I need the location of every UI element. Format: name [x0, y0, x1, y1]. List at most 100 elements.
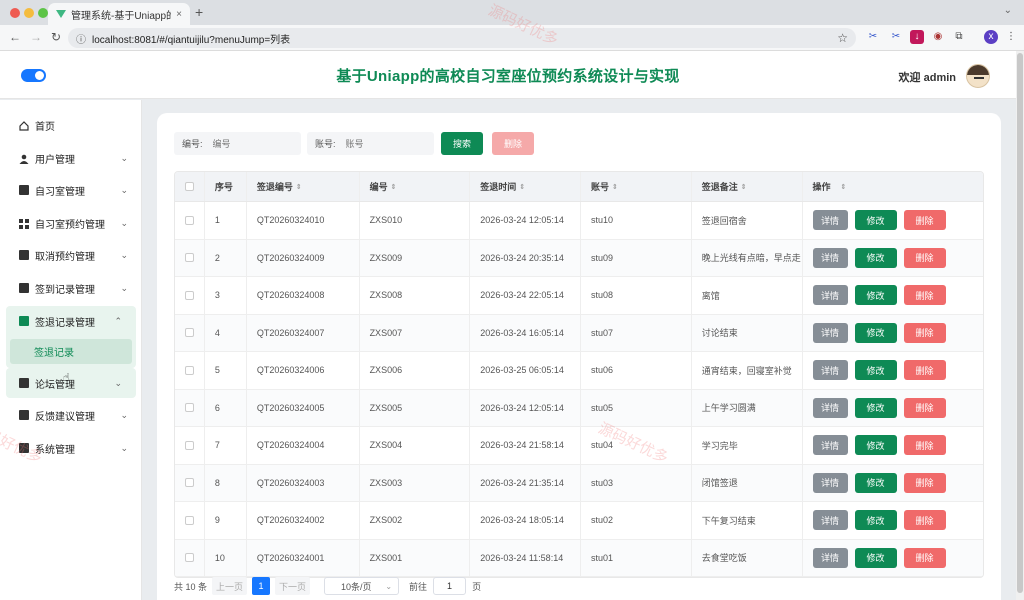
detail-button[interactable]: 详情	[812, 510, 848, 531]
table-row: 3 QT20260324008 ZXS008 2026-03-24 22:05:14 s…	[175, 277, 983, 315]
header-remark[interactable]: 签退备注 ⇕	[692, 172, 803, 201]
browser-menu-icon[interactable]: ⋮	[1004, 30, 1018, 44]
detail-button[interactable]: 详情	[812, 547, 848, 568]
delete-button[interactable]: 删除	[903, 322, 946, 343]
row-checkbox[interactable]	[184, 478, 194, 488]
edit-button[interactable]: 修改	[854, 247, 897, 268]
detail-button[interactable]: 详情	[812, 360, 848, 381]
detail-button[interactable]: 详情	[812, 247, 848, 268]
sort-icon[interactable]: ⇕	[741, 183, 747, 191]
profile-avatar[interactable]: x	[984, 30, 998, 44]
cell-account: stu04	[581, 427, 692, 464]
delete-button[interactable]: 删除	[903, 397, 946, 418]
scrollbar-thumb[interactable]	[1017, 53, 1023, 593]
avatar[interactable]	[966, 64, 990, 88]
sort-icon[interactable]: ⇕	[612, 183, 618, 191]
select-all-checkbox[interactable]	[184, 182, 194, 191]
detail-button[interactable]: 详情	[812, 472, 848, 493]
sidebar-item-rooms[interactable]: 自习室管理 ⌄	[0, 175, 142, 205]
delete-button[interactable]: 删除	[903, 210, 946, 231]
search-button[interactable]: 搜索	[441, 132, 483, 155]
edit-button[interactable]: 修改	[854, 547, 897, 568]
bookmark-star-icon[interactable]: ☆	[837, 31, 848, 45]
sidebar-item-checkouts[interactable]: 签退记录管理 ⌃	[6, 306, 136, 336]
window-minimize-button[interactable]	[24, 8, 34, 18]
sidebar-item-home[interactable]: 首页	[0, 110, 142, 140]
edit-button[interactable]: 修改	[854, 322, 897, 343]
sidebar-item-checkins[interactable]: 签到记录管理 ⌄	[0, 273, 142, 303]
edit-button[interactable]: 修改	[854, 210, 897, 231]
delete-button[interactable]: 删除	[903, 285, 946, 306]
extensions-puzzle-icon[interactable]: ⧉	[952, 30, 966, 44]
sidebar-subitem-checkout-records[interactable]: 签退记录	[10, 339, 132, 364]
extension-cut-icon[interactable]: ✂	[889, 30, 903, 44]
edit-button[interactable]: 修改	[854, 472, 897, 493]
tab-list-chevron-icon[interactable]: ⌄	[1004, 5, 1012, 16]
sort-icon[interactable]: ⇕	[296, 183, 302, 191]
extension-scissors-icon[interactable]: ✂	[866, 30, 880, 44]
detail-button[interactable]: 详情	[812, 285, 848, 306]
browser-tab[interactable]: 管理系统-基于Uniapp的高校自 ×	[48, 3, 190, 25]
edit-button[interactable]: 修改	[854, 435, 897, 456]
delete-button[interactable]: 删除	[903, 360, 946, 381]
site-info-icon[interactable]: ⓘ	[76, 31, 86, 46]
sort-icon[interactable]: ⇕	[391, 183, 397, 191]
detail-button[interactable]: 详情	[812, 435, 848, 456]
back-button[interactable]: ←	[9, 30, 21, 44]
header-code[interactable]: 编号 ⇕	[360, 172, 471, 201]
account-filter-input[interactable]	[345, 138, 416, 149]
edit-button[interactable]: 修改	[854, 285, 897, 306]
detail-button[interactable]: 详情	[812, 322, 848, 343]
row-checkbox[interactable]	[184, 328, 194, 338]
window-maximize-button[interactable]	[38, 8, 48, 18]
detail-button[interactable]: 详情	[812, 210, 848, 231]
url-field[interactable]: ⓘ localhost:8081/#/qiantuijilu?menuJump=…	[68, 28, 856, 48]
cell-code: ZXS001	[360, 539, 471, 576]
sort-icon[interactable]: ⇕	[841, 183, 847, 191]
row-checkbox[interactable]	[184, 253, 194, 263]
header-time[interactable]: 签退时间 ⇕	[470, 172, 582, 201]
row-checkbox[interactable]	[184, 440, 194, 450]
row-checkbox[interactable]	[184, 365, 194, 375]
sidebar-item-reservations[interactable]: 自习室预约管理 ⌄	[0, 208, 142, 238]
reload-button[interactable]: ↻	[51, 30, 61, 44]
url-text[interactable]: localhost:8081/#/qiantuijilu?menuJump=列表	[92, 31, 831, 46]
header-checkout-code[interactable]: 签退编号 ⇕	[247, 172, 360, 201]
sort-icon[interactable]: ⇕	[519, 183, 525, 191]
extension-download-icon[interactable]: ↓	[910, 30, 924, 44]
header-actions[interactable]: 操作 ⇕	[803, 172, 984, 201]
prev-page-button[interactable]: 上一页	[212, 577, 248, 595]
sidebar-item-cancellations[interactable]: 取消预约管理 ⌄	[0, 240, 142, 270]
extension-ghost-icon[interactable]: ◉	[931, 30, 945, 44]
edit-button[interactable]: 修改	[854, 397, 897, 418]
page-size-select[interactable]: 10条/页 ⌄	[324, 577, 400, 595]
goto-page-input[interactable]: 1	[433, 577, 467, 595]
batch-delete-button[interactable]: 删除	[492, 132, 534, 155]
edit-button[interactable]: 修改	[854, 360, 897, 381]
row-checkbox[interactable]	[184, 515, 194, 525]
delete-button[interactable]: 删除	[903, 247, 946, 268]
detail-button[interactable]: 详情	[812, 397, 848, 418]
row-checkbox[interactable]	[184, 215, 194, 225]
code-filter-input[interactable]	[212, 138, 283, 149]
forward-button[interactable]: →	[30, 30, 42, 44]
delete-button[interactable]: 删除	[903, 435, 946, 456]
delete-button[interactable]: 删除	[903, 547, 946, 568]
row-checkbox[interactable]	[184, 403, 194, 413]
next-page-button[interactable]: 下一页	[275, 577, 311, 595]
delete-button[interactable]: 删除	[903, 510, 946, 531]
page-scrollbar[interactable]	[1016, 51, 1024, 600]
edit-button[interactable]: 修改	[854, 510, 897, 531]
sidebar-item-users[interactable]: 用户管理 ⌄	[0, 143, 142, 173]
sidebar-item-system[interactable]: 系统管理 ⌄	[0, 433, 142, 463]
delete-button[interactable]: 删除	[903, 472, 946, 493]
window-close-button[interactable]	[10, 8, 20, 18]
header-account[interactable]: 账号 ⇕	[581, 172, 692, 201]
row-checkbox[interactable]	[184, 553, 194, 563]
row-checkbox[interactable]	[184, 290, 194, 300]
sidebar-item-feedback[interactable]: 反馈建议管理 ⌄	[0, 400, 142, 430]
sidebar-item-forum[interactable]: 论坛管理 ⌄	[6, 368, 136, 398]
tab-close-icon[interactable]: ×	[176, 9, 182, 20]
new-tab-button[interactable]: +	[195, 4, 203, 20]
page-number-button[interactable]: 1	[252, 577, 271, 595]
